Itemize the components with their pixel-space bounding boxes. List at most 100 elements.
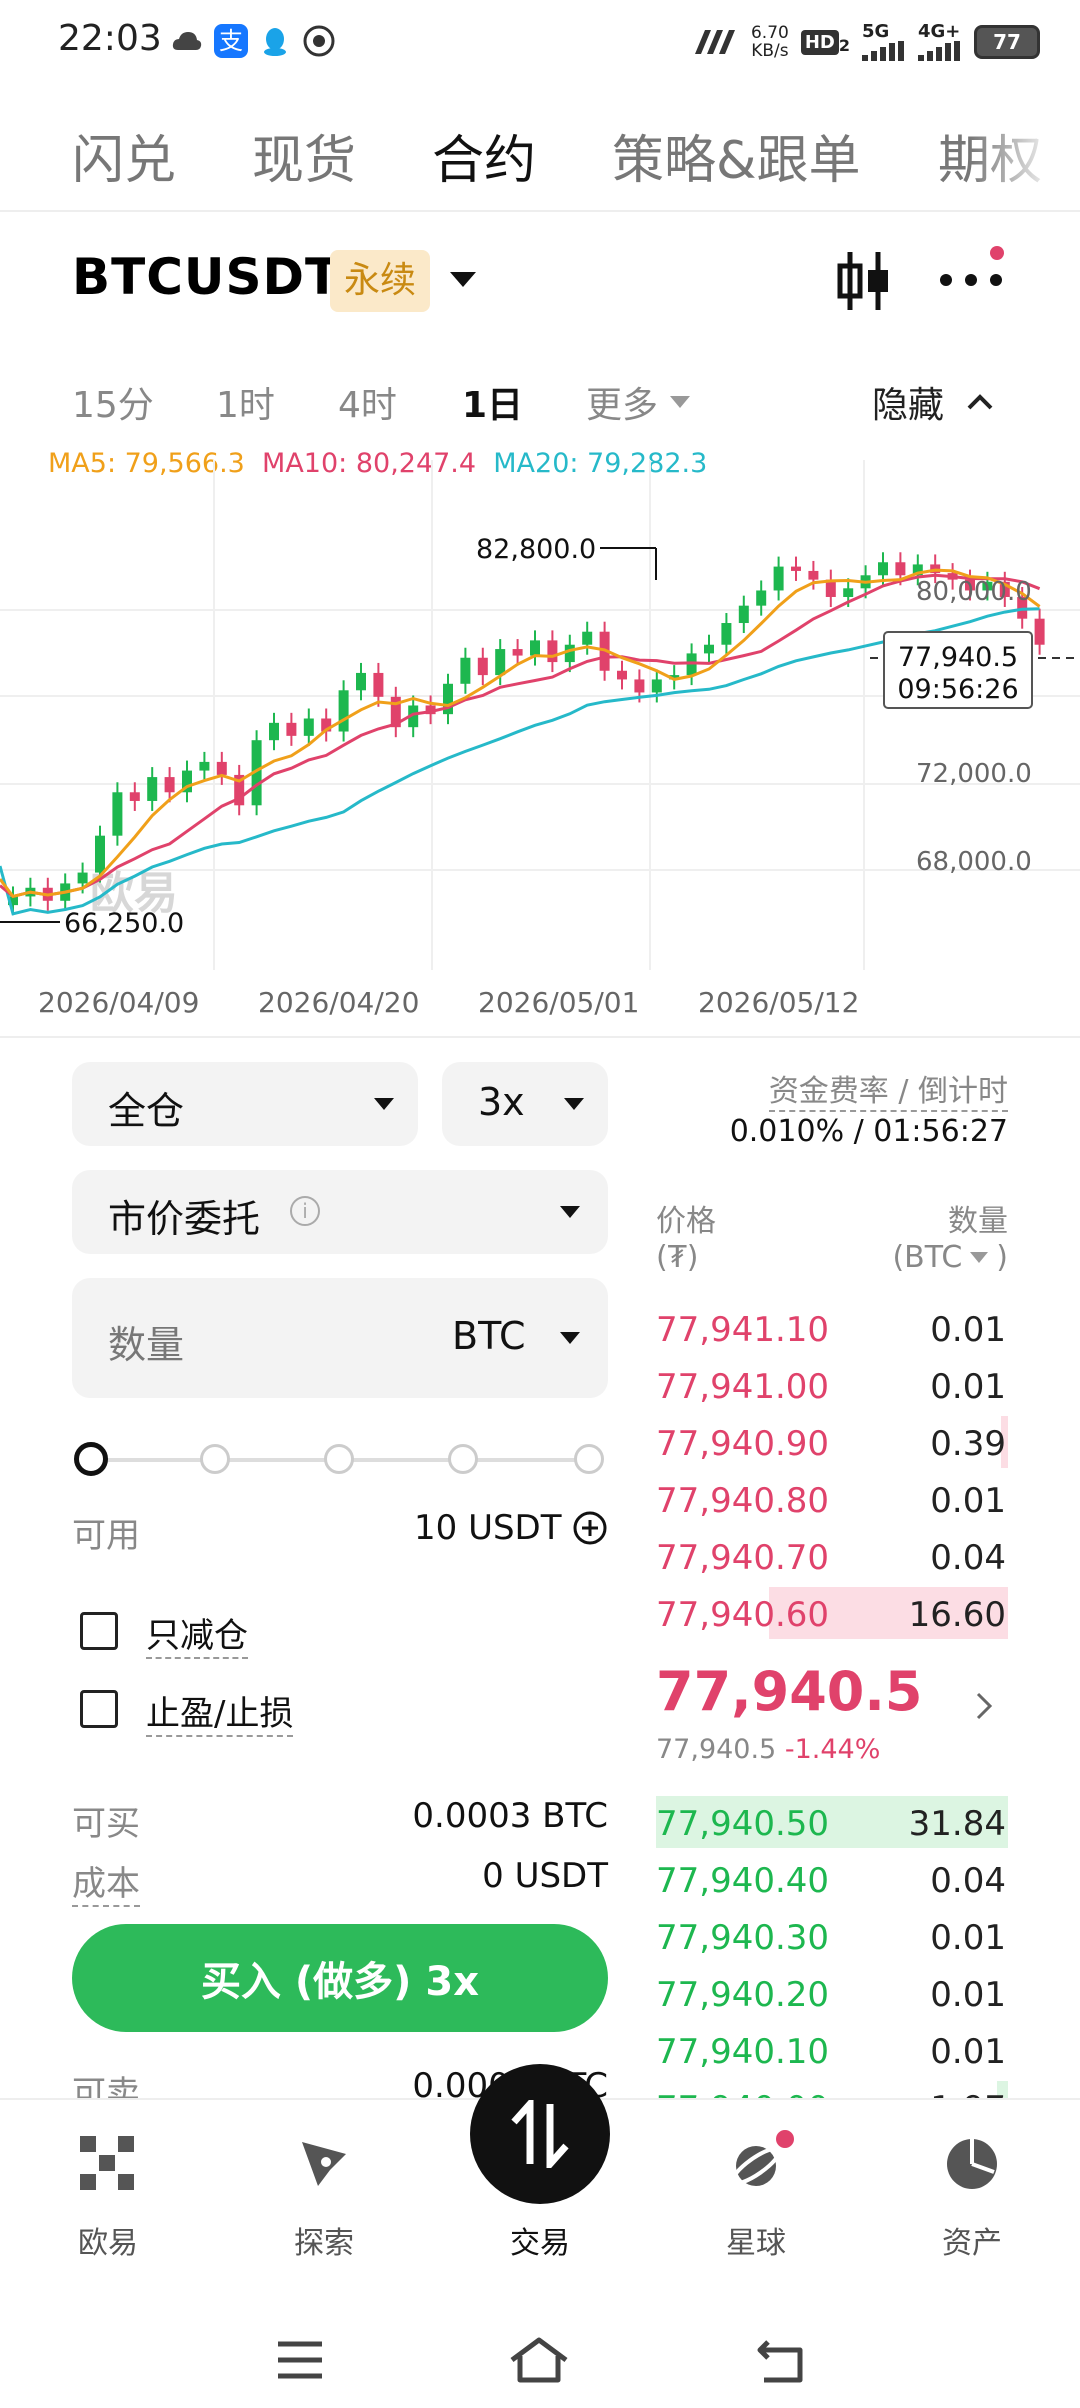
order-type-select[interactable]: 市价委托 i — [72, 1170, 608, 1254]
tab-futures[interactable]: 合约 — [432, 118, 536, 193]
tpsl-label[interactable]: 止盈/止损 — [146, 1686, 294, 1737]
bid-qty: 31.84 — [908, 1804, 1006, 1844]
nav-planet[interactable]: 星球 — [648, 2100, 864, 2300]
candle-up — [147, 777, 158, 801]
candle-up — [460, 657, 471, 684]
back-icon[interactable] — [756, 2338, 806, 2384]
hd-sub: 2 — [838, 35, 850, 55]
ask-row[interactable]: 77,941.10 0.01 — [656, 1302, 1008, 1354]
candle-up — [564, 644, 575, 663]
qq-icon — [258, 24, 292, 58]
ask-qty: 0.39 — [930, 1424, 1006, 1464]
bid-qty: 0.01 — [930, 2032, 1006, 2072]
nav-home[interactable]: 欧易 — [0, 2100, 216, 2300]
mid-price[interactable]: 77,940.5 — [656, 1660, 922, 1723]
tf-more[interactable]: 更多 — [586, 376, 691, 428]
candle-up — [721, 623, 732, 645]
candle-up — [269, 722, 279, 741]
can-buy-value: 0.0003 BTC — [412, 1796, 608, 1836]
tf-more-caret-icon — [670, 396, 691, 408]
candle-up — [199, 761, 210, 771]
slider-step-75[interactable] — [448, 1444, 478, 1474]
symbol-title[interactable]: BTCUSDT — [72, 248, 340, 306]
candle-down — [373, 672, 384, 697]
bid-row[interactable]: 77,940.50 31.84 — [656, 1796, 1008, 1848]
candle-down — [1034, 618, 1045, 645]
trade-fab — [470, 2064, 610, 2204]
slider-step-25[interactable] — [200, 1444, 230, 1474]
ask-row[interactable]: 77,941.00 0.01 — [656, 1359, 1008, 1411]
candle-down — [791, 566, 801, 571]
nav-assets-label: 资产 — [942, 2226, 1002, 2261]
nav-trade[interactable]: 交易 — [432, 2064, 648, 2300]
bid-row[interactable]: 77,940.10 0.01 — [656, 2024, 1008, 2076]
ob-price-header: 价格 — [656, 1204, 716, 1239]
available-label: 可用 — [72, 1516, 140, 1556]
more-options-icon[interactable] — [938, 268, 1008, 292]
menu-icon[interactable] — [276, 2340, 324, 2380]
nav-explore[interactable]: 探索 — [216, 2100, 432, 2300]
section-divider — [0, 1036, 1080, 1038]
ob-qty-unit-select[interactable]: (BTC ) — [892, 1240, 1008, 1275]
compass-icon — [302, 2142, 346, 2186]
home-icon[interactable] — [508, 2336, 570, 2384]
price-change: -1.44% — [784, 1734, 881, 1765]
tab-strategy[interactable]: 策略&跟单 — [612, 118, 861, 193]
transfer-add-icon[interactable] — [572, 1510, 608, 1546]
reduce-only-label[interactable]: 只减仓 — [146, 1608, 248, 1659]
candle-up — [495, 649, 506, 676]
candlestick-chart[interactable]: 欧易 82,800.0 66,250.0 80,000.0 72,000.0 6… — [0, 440, 1080, 970]
perpetual-badge: 永续 — [330, 250, 431, 312]
margin-mode-select[interactable]: 全仓 — [72, 1062, 418, 1146]
ask-row[interactable]: 77,940.90 0.39 — [656, 1416, 1008, 1468]
candle-up — [356, 672, 366, 691]
app-icon — [302, 24, 336, 58]
alipay-icon: 支 — [214, 24, 248, 58]
leverage-value: 3x — [478, 1080, 525, 1124]
bid-row[interactable]: 77,940.40 0.04 — [656, 1853, 1008, 1905]
tf-4h[interactable]: 4时 — [338, 376, 397, 428]
tf-1h[interactable]: 1时 — [216, 376, 275, 428]
candle-up — [704, 644, 714, 654]
info-icon[interactable]: i — [290, 1196, 320, 1226]
tf-15m[interactable]: 15分 — [72, 376, 154, 428]
funding-rate-label[interactable]: 资金费率 / 倒计时 — [768, 1066, 1008, 1112]
slider-step-100[interactable] — [574, 1444, 604, 1474]
quantity-unit[interactable]: BTC — [452, 1314, 526, 1358]
bid-row[interactable]: 77,940.30 0.01 — [656, 1910, 1008, 1962]
order-type-value: 市价委托 — [108, 1197, 261, 1241]
battery-level: 77 — [993, 30, 1021, 54]
ob-price-unit: (₮) — [656, 1240, 699, 1275]
tab-spot[interactable]: 现货 — [252, 118, 356, 193]
tab-fade — [970, 100, 1080, 210]
slider-step-50[interactable] — [324, 1444, 354, 1474]
planet-notification-dot — [772, 2126, 798, 2152]
candle-up — [756, 590, 767, 606]
tab-swap[interactable]: 闪兑 — [72, 118, 176, 193]
candle-chart-toggle-icon[interactable] — [834, 250, 894, 312]
candle-up — [338, 690, 349, 732]
candle-up — [878, 562, 888, 576]
tpsl-checkbox[interactable] — [80, 1690, 118, 1728]
ask-row[interactable]: 77,940.60 16.60 — [656, 1587, 1008, 1639]
buy-long-button[interactable]: 买入 (做多) 3x — [72, 1924, 608, 2032]
reduce-only-checkbox[interactable] — [80, 1612, 118, 1650]
funding-rate-value: 0.010% / 01:56:27 — [729, 1114, 1008, 1149]
quantity-input[interactable]: 数量 BTC — [72, 1278, 608, 1398]
cost-label[interactable]: 成本 — [72, 1856, 140, 1907]
quantity-slider-handle[interactable] — [74, 1442, 108, 1476]
chevron-down-icon[interactable] — [560, 1332, 580, 1344]
bid-row[interactable]: 77,940.20 0.01 — [656, 1967, 1008, 2019]
candle-up — [77, 872, 88, 884]
ask-row[interactable]: 77,940.80 0.01 — [656, 1473, 1008, 1525]
mid-price-chevron-icon[interactable] — [974, 1690, 994, 1726]
symbol-dropdown-icon[interactable] — [450, 272, 476, 287]
bid-price: 77,940.40 — [656, 1861, 830, 1901]
nav-assets[interactable]: 资产 — [864, 2100, 1080, 2300]
ask-row[interactable]: 77,940.70 0.04 — [656, 1530, 1008, 1582]
nav-trade-label: 交易 — [510, 2226, 570, 2261]
hide-chart-toggle[interactable]: 隐藏 — [872, 376, 994, 428]
tf-1d[interactable]: 1日 — [462, 376, 523, 428]
mark-price-row: 77,940.5 -1.44% — [656, 1734, 880, 1765]
leverage-select[interactable]: 3x — [442, 1062, 608, 1146]
